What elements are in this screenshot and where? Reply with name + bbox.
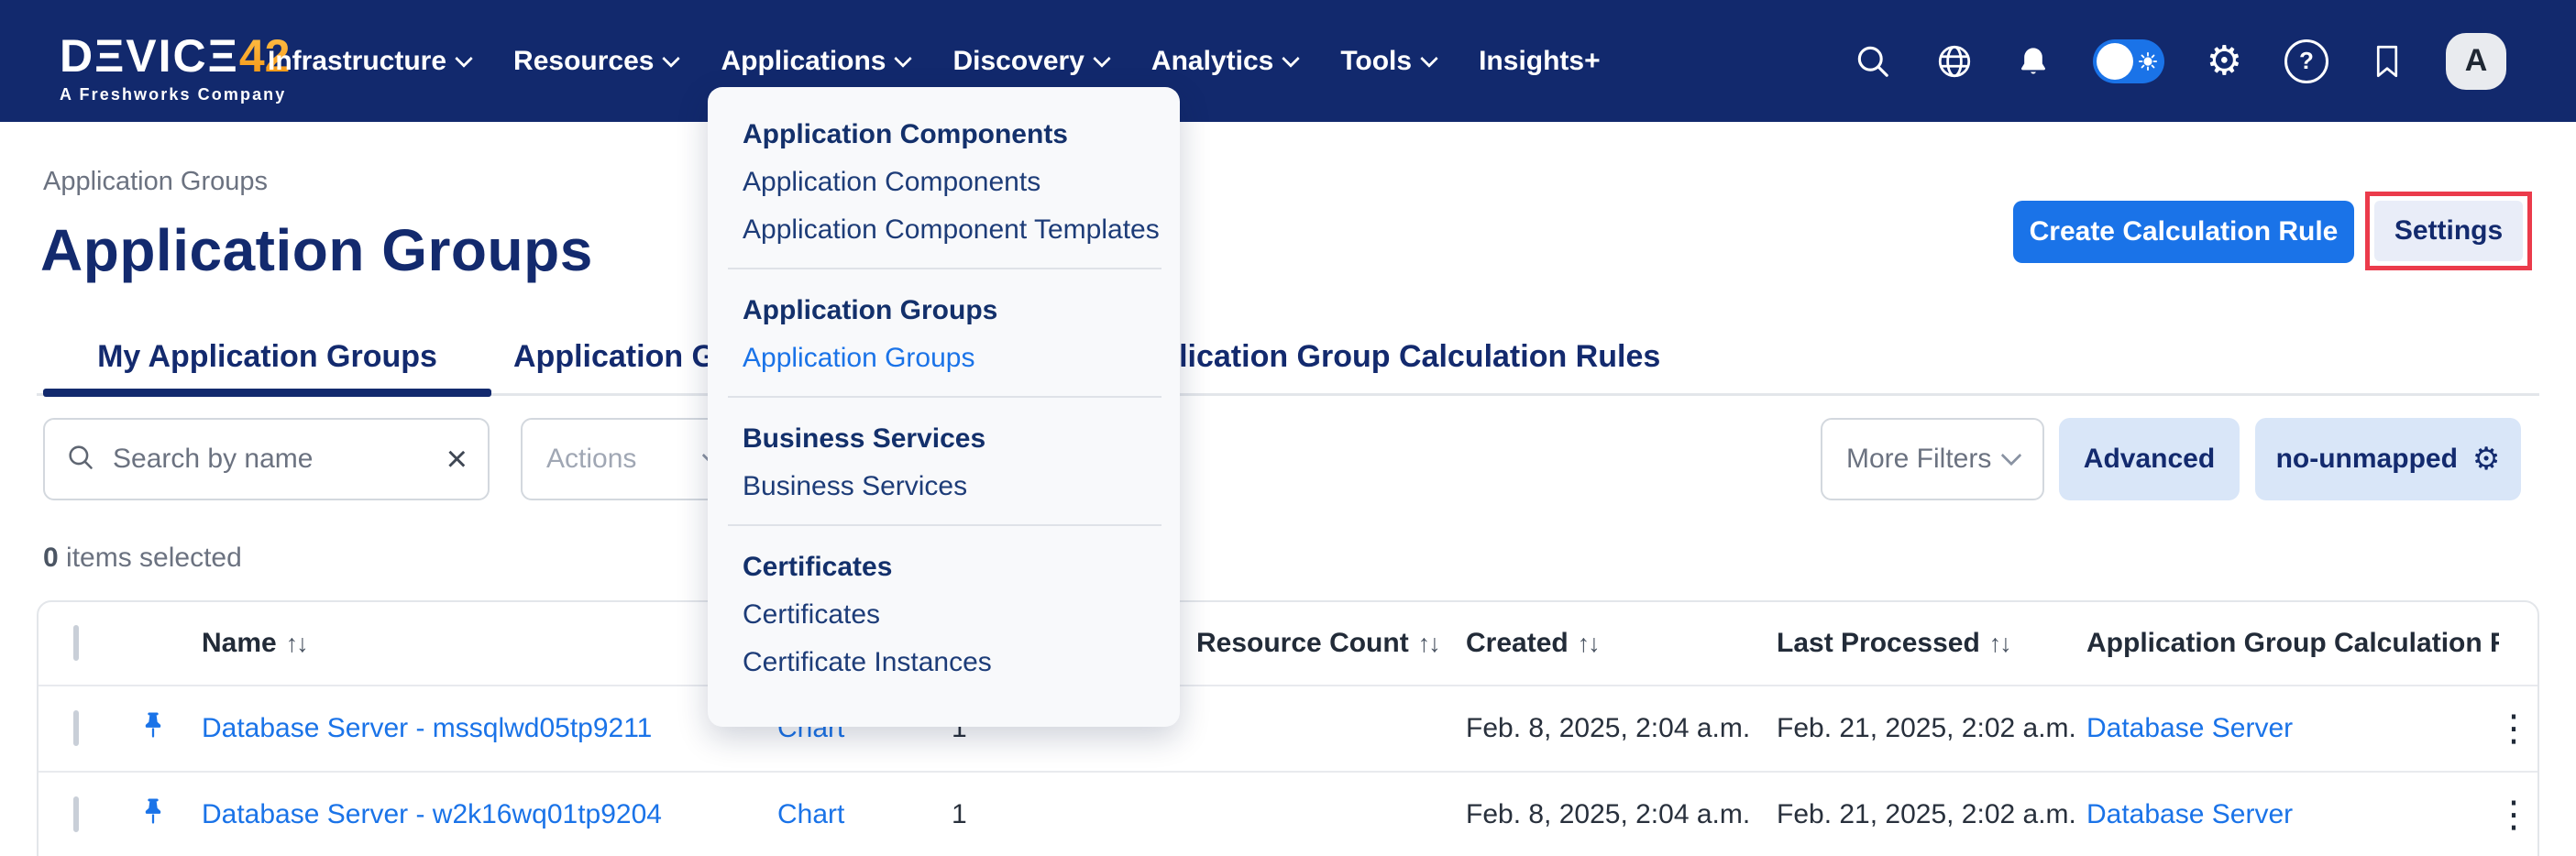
chevron-down-icon — [1282, 49, 1300, 68]
menu-divider — [728, 268, 1161, 269]
active-tab-indicator — [43, 389, 491, 397]
sort-icon[interactable]: ↑↓ — [1578, 630, 1599, 657]
chevron-down-icon — [895, 49, 913, 68]
row-actions-kebab-icon[interactable]: ⋮ — [2482, 800, 2539, 829]
menu-item-certificates[interactable]: Certificates — [743, 591, 1154, 639]
theme-toggle[interactable] — [2093, 39, 2164, 83]
chevron-down-icon — [455, 49, 473, 68]
chevron-down-icon — [1093, 49, 1111, 68]
tab-application-group-calculation-rules[interactable]: Application Group Calculation Rules — [1118, 328, 1660, 385]
table-header-row: Name↑↓ Resource Count↑↓ Created↑↓ Last P… — [39, 602, 2537, 685]
avatar[interactable]: A — [2446, 33, 2506, 90]
last-processed-value: Feb. 21, 2025, 2:02 a.m. — [1777, 799, 2076, 830]
resource-count-value: 1 — [952, 799, 967, 830]
menu-section-header: Application Groups — [743, 287, 1154, 335]
help-icon[interactable]: ? — [2284, 39, 2328, 83]
menu-item-application-groups[interactable]: Application Groups — [743, 335, 1154, 382]
selection-count: 0 items selected — [43, 543, 242, 574]
nav-item-analytics[interactable]: Analytics — [1151, 46, 1297, 77]
applications-dropdown-menu: Application Components Application Compo… — [708, 87, 1180, 727]
menu-divider — [728, 524, 1161, 526]
top-nav-bar: DΞVICΞ42 A Freshworks Company Infrastruc… — [0, 0, 2576, 122]
menu-section-header: Application Components — [743, 111, 1154, 159]
pin-icon[interactable] — [138, 796, 169, 834]
created-value: Feb. 8, 2025, 2:04 a.m. — [1466, 713, 1750, 744]
select-all-checkbox[interactable] — [73, 625, 79, 661]
bookmark-icon[interactable] — [2371, 43, 2404, 80]
chevron-down-icon — [1420, 49, 1438, 68]
menu-item-application-components[interactable]: Application Components — [743, 159, 1154, 206]
nav-utility-icons: ⚙ ? A — [1853, 0, 2506, 122]
sort-icon[interactable]: ↑↓ — [286, 630, 307, 657]
search-icon — [65, 442, 96, 477]
menu-item-business-services[interactable]: Business Services — [743, 463, 1154, 510]
menu-item-application-component-templates[interactable]: Application Component Templates — [743, 206, 1154, 254]
device42-logo[interactable]: DΞVICΞ42 A Freshworks Company — [60, 33, 290, 103]
page-title: Application Groups — [40, 216, 593, 284]
row-checkbox[interactable] — [73, 710, 79, 746]
search-input-wrapper: × — [43, 418, 490, 500]
nav-item-resources[interactable]: Resources — [513, 46, 677, 77]
last-processed-value: Feb. 21, 2025, 2:02 a.m. — [1777, 713, 2076, 744]
chevron-down-icon — [663, 49, 681, 68]
calculation-rule-link[interactable]: Database Server — [2086, 713, 2293, 743]
column-header-created[interactable]: Created↑↓ — [1466, 628, 1599, 659]
nav-item-infrastructure[interactable]: Infrastructure — [268, 46, 470, 77]
sort-icon[interactable]: ↑↓ — [1418, 630, 1439, 657]
calculation-rule-link[interactable]: Database Server — [2086, 799, 2293, 829]
sun-icon — [2138, 51, 2158, 76]
create-calculation-rule-button[interactable]: Create Calculation Rule — [2013, 201, 2354, 263]
table-row: Database Server - mssqlwd05tp9211 Chart … — [39, 685, 2537, 771]
table-row: Database Server - w2k16wq01tp9204 Chart … — [39, 771, 2537, 856]
advanced-filter-button[interactable]: Advanced — [2059, 418, 2240, 500]
gear-icon[interactable]: ⚙ — [2207, 41, 2242, 82]
saved-filter-no-unmapped-button[interactable]: no-unmapped ⚙ — [2255, 418, 2521, 500]
row-actions-kebab-icon[interactable]: ⋮ — [2482, 714, 2539, 743]
application-group-name-link[interactable]: Database Server - mssqlwd05tp9211 — [202, 713, 652, 743]
application-group-name-link[interactable]: Database Server - w2k16wq01tp9204 — [202, 799, 662, 829]
application-groups-page: DΞVICΞ42 A Freshworks Company Infrastruc… — [0, 0, 2576, 856]
chevron-down-icon — [2001, 445, 2022, 466]
clear-search-icon[interactable]: × — [446, 441, 468, 477]
nav-item-tools[interactable]: Tools — [1340, 46, 1436, 77]
menu-item-certificate-instances[interactable]: Certificate Instances — [743, 639, 1154, 686]
breadcrumb: Application Groups — [43, 167, 268, 197]
search-input[interactable] — [111, 443, 446, 476]
column-header-calculation-rule[interactable]: Application Group Calculation Rule — [2086, 628, 2499, 659]
chart-link[interactable]: Chart — [777, 799, 844, 829]
bell-icon[interactable] — [2016, 44, 2051, 79]
logo-tagline: A Freshworks Company — [60, 86, 290, 103]
column-header-name[interactable]: Name↑↓ — [202, 628, 307, 659]
toggle-knob-icon — [2097, 43, 2133, 80]
sort-icon[interactable]: ↑↓ — [1989, 630, 2010, 657]
nav-item-applications[interactable]: Applications — [721, 46, 909, 77]
menu-section-header: Certificates — [743, 543, 1154, 591]
nav-item-discovery[interactable]: Discovery — [952, 46, 1107, 77]
tab-my-application-groups[interactable]: My Application Groups — [43, 328, 491, 385]
menu-section-header: Business Services — [743, 415, 1154, 463]
menu-divider — [728, 396, 1161, 398]
gear-icon: ⚙ — [2472, 444, 2500, 475]
column-header-last-processed[interactable]: Last Processed↑↓ — [1777, 628, 2010, 659]
search-icon[interactable] — [1853, 41, 1893, 82]
pin-icon[interactable] — [138, 709, 169, 748]
created-value: Feb. 8, 2025, 2:04 a.m. — [1466, 799, 1750, 830]
column-header-resource-count[interactable]: Resource Count↑↓ — [1196, 628, 1439, 659]
logo-text: DΞVICΞ — [60, 30, 239, 82]
application-groups-table: Name↑↓ Resource Count↑↓ Created↑↓ Last P… — [37, 600, 2539, 856]
more-filters-dropdown[interactable]: More Filters — [1821, 418, 2044, 500]
globe-icon[interactable] — [1935, 42, 1974, 81]
nav-item-insights[interactable]: Insights+ — [1479, 46, 1601, 77]
settings-button[interactable]: Settings — [2374, 201, 2523, 261]
row-checkbox[interactable] — [73, 796, 79, 832]
